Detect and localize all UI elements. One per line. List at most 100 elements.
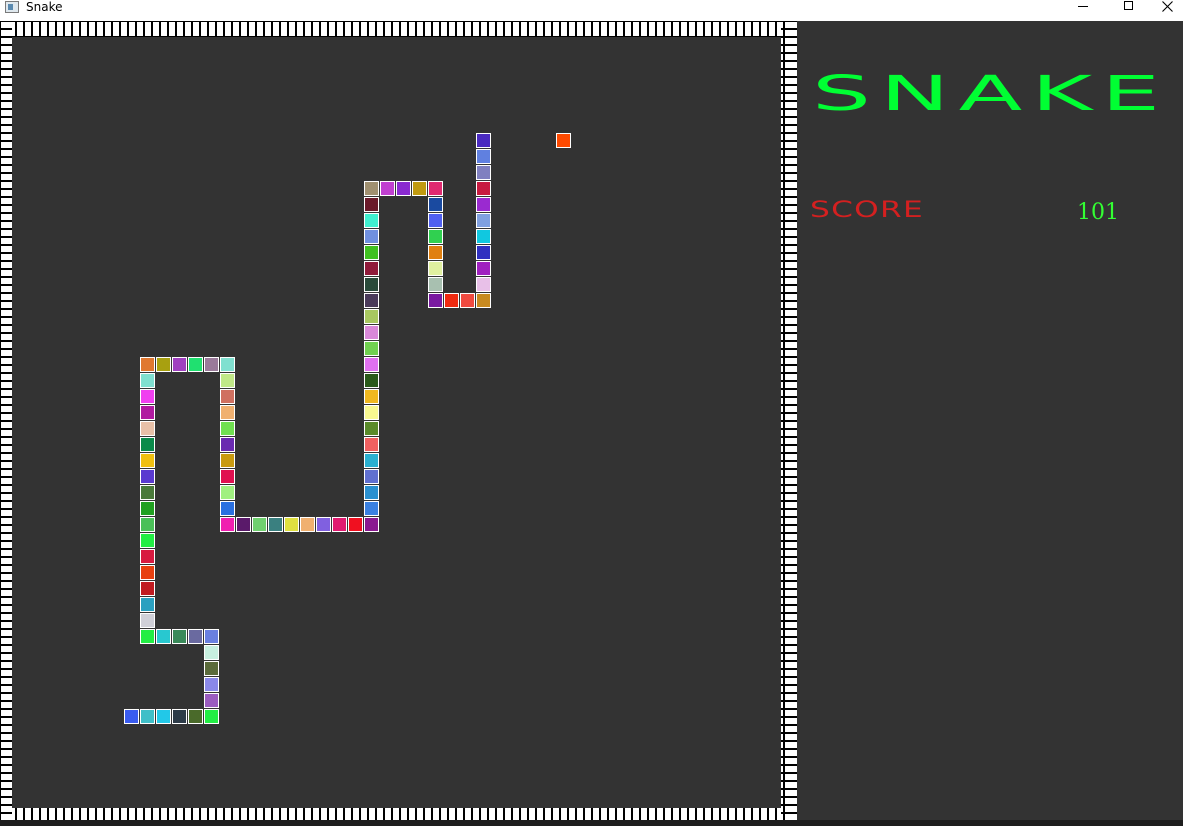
snake-segment: [300, 517, 315, 532]
snake-segment: [124, 709, 139, 724]
snake-segment: [364, 341, 379, 356]
snake-segment: [204, 661, 219, 676]
snake-segment: [140, 565, 155, 580]
snake-segment: [364, 485, 379, 500]
snake-segment: [428, 213, 443, 228]
snake-segment: [220, 517, 235, 532]
snake-segment: [476, 277, 491, 292]
snake-segment: [140, 549, 155, 564]
snake-segment: [380, 181, 395, 196]
snake-segment: [140, 485, 155, 500]
maximize-button[interactable]: [1105, 0, 1151, 21]
snake-segment: [364, 373, 379, 388]
snake-segment: [364, 469, 379, 484]
snake-segment: [140, 501, 155, 516]
snake-segment: [220, 501, 235, 516]
snake-segment: [140, 613, 155, 628]
snake-segment: [156, 629, 171, 644]
snake-segment: [412, 181, 427, 196]
snake-segment: [140, 517, 155, 532]
snake-segment: [428, 277, 443, 292]
snake-segment: [428, 245, 443, 260]
snake-segment: [220, 437, 235, 452]
snake-segment: [204, 629, 219, 644]
snake-segment: [172, 709, 187, 724]
snake-segment: [220, 485, 235, 500]
snake-segment: [476, 293, 491, 308]
snake-segment: [460, 293, 475, 308]
snake-segment: [252, 517, 267, 532]
snake-segment: [476, 165, 491, 180]
snake-segment: [428, 181, 443, 196]
snake-segment: [204, 677, 219, 692]
snake-segment: [364, 501, 379, 516]
window-bottom-edge: [0, 820, 1183, 826]
snake-segment: [140, 421, 155, 436]
close-icon: [1161, 1, 1173, 12]
side-panel: [797, 21, 1183, 820]
snake-segment: [364, 421, 379, 436]
snake-segment: [428, 261, 443, 276]
snake-segment: [220, 373, 235, 388]
snake-segment: [220, 453, 235, 468]
snake-segment: [396, 181, 411, 196]
snake-segment: [316, 517, 331, 532]
snake-segment: [364, 277, 379, 292]
snake-segment: [188, 709, 203, 724]
snake-segment: [140, 629, 155, 644]
snake-segment: [364, 261, 379, 276]
snake-segment: [348, 517, 363, 532]
snake-segment: [364, 517, 379, 532]
snake-segment: [140, 597, 155, 612]
snake-segment: [140, 373, 155, 388]
title-bar: Snake: [0, 0, 1183, 21]
snake-segment: [364, 213, 379, 228]
snake-segment: [140, 533, 155, 548]
snake-segment: [364, 197, 379, 212]
snake-segment: [140, 453, 155, 468]
snake-segment: [220, 389, 235, 404]
snake-segment: [220, 469, 235, 484]
snake-segment: [476, 181, 491, 196]
minimize-icon: [1078, 6, 1088, 7]
snake-segment: [476, 229, 491, 244]
snake-segment: [332, 517, 347, 532]
score-label: SCORE: [810, 196, 924, 223]
game-title: SNAKE: [812, 64, 1169, 122]
snake-segment: [140, 437, 155, 452]
minimize-button[interactable]: [1060, 0, 1106, 21]
snake-segment: [156, 357, 171, 372]
app-icon: [5, 1, 19, 13]
snake-segment: [284, 517, 299, 532]
score-value: 101: [1077, 200, 1119, 225]
close-button[interactable]: [1151, 0, 1183, 21]
snake-segment: [364, 437, 379, 452]
snake-segment: [364, 389, 379, 404]
snake-segment: [364, 357, 379, 372]
snake-segment: [140, 709, 155, 724]
snake-segment: [364, 229, 379, 244]
snake-segment: [204, 709, 219, 724]
snake-segment: [364, 245, 379, 260]
snake-segment: [476, 213, 491, 228]
snake-segment: [140, 357, 155, 372]
snake-segment: [364, 405, 379, 420]
snake-segment: [476, 261, 491, 276]
snake-segment: [156, 709, 171, 724]
snake-segment: [140, 405, 155, 420]
snake-segment: [364, 309, 379, 324]
game-board[interactable]: [0, 21, 797, 824]
snake-segment: [204, 645, 219, 660]
snake-segment: [140, 581, 155, 596]
snake-segment: [236, 517, 251, 532]
snake-segment: [220, 357, 235, 372]
snake-segment: [204, 357, 219, 372]
snake-segment: [140, 469, 155, 484]
snake-segment: [476, 245, 491, 260]
snake-segment: [172, 629, 187, 644]
snake-segment: [188, 629, 203, 644]
window-title: Snake: [26, 0, 63, 14]
maximize-icon: [1123, 1, 1133, 10]
snake-segment: [364, 453, 379, 468]
snake-head: [476, 133, 491, 148]
